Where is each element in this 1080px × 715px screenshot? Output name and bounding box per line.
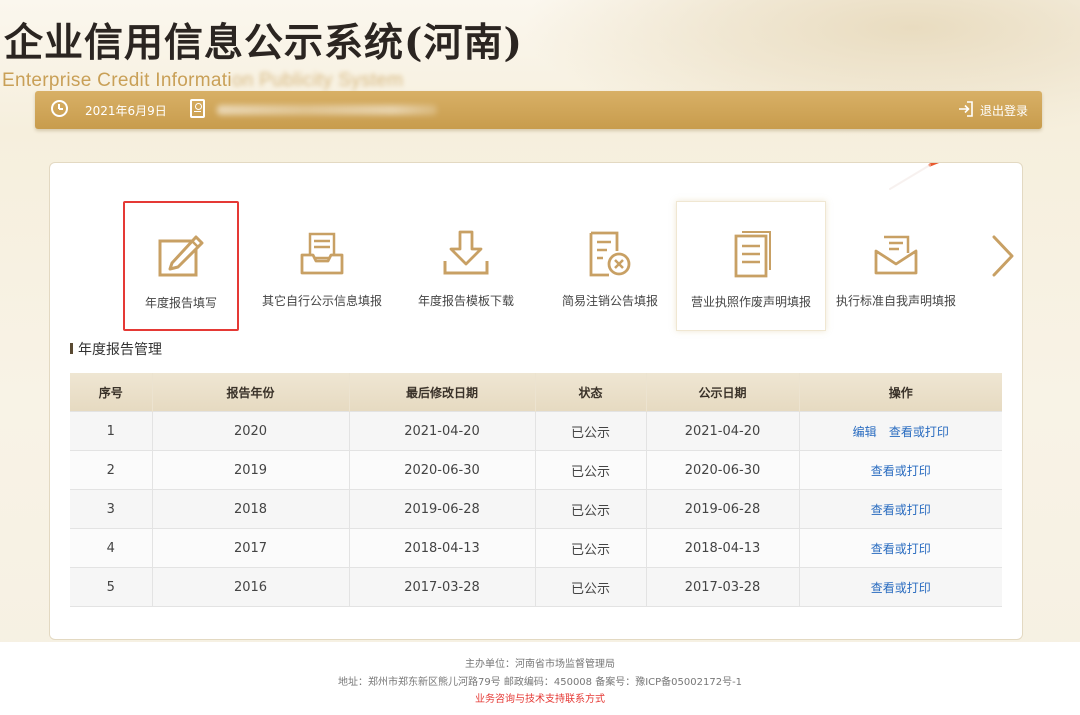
menu-item-label: 营业执照作废声明填报 <box>690 295 811 309</box>
table-header-row: 序号 报告年份 最后修改日期 状态 公示日期 操作 <box>70 373 1002 412</box>
column-header: 最后修改日期 <box>349 373 536 412</box>
table-row: 3 2018 2019-06-28 已公示 2019-06-28 查看或打印 <box>70 489 1002 529</box>
menu-item-annual-report-fill[interactable]: 年度报告填写 <box>123 201 239 331</box>
clock-icon <box>51 100 68 117</box>
brush-stroke-decoration <box>889 163 940 190</box>
download-icon <box>443 230 489 275</box>
cell-year: 2016 <box>152 567 350 607</box>
cell-publish: 2017-03-28 <box>646 567 800 607</box>
cell-publish: 2021-04-20 <box>646 411 800 451</box>
cell-year: 2018 <box>152 489 350 529</box>
column-header: 公示日期 <box>646 373 800 412</box>
menu-item-standard-declaration[interactable]: 执行标准自我声明填报 <box>821 201 971 331</box>
cell-publish: 2018-04-13 <box>646 528 800 568</box>
table-row: 4 2017 2018-04-13 已公示 2018-04-13 查看或打印 <box>70 528 1002 568</box>
user-name-redacted <box>217 105 437 115</box>
column-header: 操作 <box>799 373 1002 412</box>
main-panel: 年度报告填写 其它自行公示信息填报 年度报告模板下载 简易注销公告填报 营业执照… <box>49 162 1023 640</box>
cell-no: 5 <box>70 567 153 607</box>
site-subtitle: Enterprise Credit Information Publicity … <box>2 70 403 92</box>
cell-modified: 2017-03-28 <box>349 567 536 607</box>
menu-item-label: 年度报告模板下载 <box>417 294 514 308</box>
view-print-link[interactable]: 查看或打印 <box>871 464 931 478</box>
annual-report-table: 序号 报告年份 最后修改日期 状态 公示日期 操作 1 2020 2021-04… <box>70 373 1002 607</box>
cell-actions: 查看或打印 <box>799 489 1002 529</box>
menu-item-template-download[interactable]: 年度报告模板下载 <box>391 201 541 331</box>
cell-modified: 2019-06-28 <box>349 489 536 529</box>
table-row: 1 2020 2021-04-20 已公示 2021-04-20 编辑 查看或打… <box>70 411 1002 451</box>
cell-actions: 编辑 查看或打印 <box>799 411 1002 451</box>
logout-icon[interactable] <box>958 100 974 118</box>
header-bar: 2021年6月9日 退出登录 <box>35 91 1042 129</box>
footer-address: 地址：郑州市郑东新区熊儿河路79号 邮政编码：450008 备案号：豫ICP备0… <box>337 677 743 688</box>
cell-year: 2017 <box>152 528 350 568</box>
menu-item-license-void[interactable]: 营业执照作废声明填报 <box>676 201 826 331</box>
section-title-bar <box>70 343 73 354</box>
cell-no: 1 <box>70 411 153 451</box>
menu-item-cancellation-notice[interactable]: 简易注销公告填报 <box>535 201 685 331</box>
logout-button[interactable]: 退出登录 <box>980 102 1028 119</box>
cell-modified: 2018-04-13 <box>349 528 536 568</box>
cell-actions: 查看或打印 <box>799 528 1002 568</box>
cell-status: 已公示 <box>535 489 647 529</box>
cell-status: 已公示 <box>535 411 647 451</box>
column-header: 状态 <box>535 373 647 412</box>
cell-no: 4 <box>70 528 153 568</box>
site-subtitle-visible: Enterprise Credit Informati <box>2 70 232 91</box>
cell-no: 3 <box>70 489 153 529</box>
cell-status: 已公示 <box>535 528 647 568</box>
document-icon <box>734 231 771 278</box>
menu-item-label: 年度报告填写 <box>144 296 217 310</box>
edit-link[interactable]: 编辑 <box>853 425 877 439</box>
section-title: 年度报告管理 <box>70 339 162 359</box>
column-header: 报告年份 <box>152 373 350 412</box>
footer-sponsor: 主办单位：河南省市场监督管理局 <box>465 659 615 670</box>
view-print-link[interactable]: 查看或打印 <box>889 425 949 439</box>
cell-status: 已公示 <box>535 450 647 490</box>
cell-modified: 2021-04-20 <box>349 411 536 451</box>
footer-contact-link[interactable]: 业务咨询与技术支持联系方式 <box>0 690 1080 705</box>
envelope-icon <box>874 235 918 275</box>
cell-status: 已公示 <box>535 567 647 607</box>
cell-publish: 2019-06-28 <box>646 489 800 529</box>
inbox-tray-icon <box>300 232 344 275</box>
cell-year: 2020 <box>152 411 350 451</box>
user-badge-icon <box>190 99 205 118</box>
document-cancel-icon <box>589 231 631 277</box>
view-print-link[interactable]: 查看或打印 <box>871 503 931 517</box>
cell-no: 2 <box>70 450 153 490</box>
site-subtitle-blurred: on Publicity System <box>231 70 404 91</box>
edit-report-icon <box>158 235 204 277</box>
site-title: 企业信用信息公示系统(河南) <box>4 20 523 66</box>
menu-item-label: 简易注销公告填报 <box>561 294 658 308</box>
menu-item-label: 执行标准自我声明填报 <box>835 294 956 308</box>
cell-actions: 查看或打印 <box>799 567 1002 607</box>
cell-modified: 2020-06-30 <box>349 450 536 490</box>
cell-actions: 查看或打印 <box>799 450 1002 490</box>
table-row: 2 2019 2020-06-30 已公示 2020-06-30 查看或打印 <box>70 450 1002 490</box>
column-header: 序号 <box>70 373 153 412</box>
section-title-text: 年度报告管理 <box>78 342 162 358</box>
footer: 主办单位：河南省市场监督管理局 地址：郑州市郑东新区熊儿河路79号 邮政编码：4… <box>0 642 1080 715</box>
view-print-link[interactable]: 查看或打印 <box>871 542 931 556</box>
cell-publish: 2020-06-30 <box>646 450 800 490</box>
view-print-link[interactable]: 查看或打印 <box>871 581 931 595</box>
menu-item-label: 其它自行公示信息填报 <box>261 294 382 308</box>
table-row: 5 2016 2017-03-28 已公示 2017-03-28 查看或打印 <box>70 567 1002 607</box>
menu-item-other-info-fill[interactable]: 其它自行公示信息填报 <box>247 201 397 331</box>
current-date: 2021年6月9日 <box>85 104 167 118</box>
cell-year: 2019 <box>152 450 350 490</box>
next-arrow-icon[interactable] <box>988 233 1018 279</box>
